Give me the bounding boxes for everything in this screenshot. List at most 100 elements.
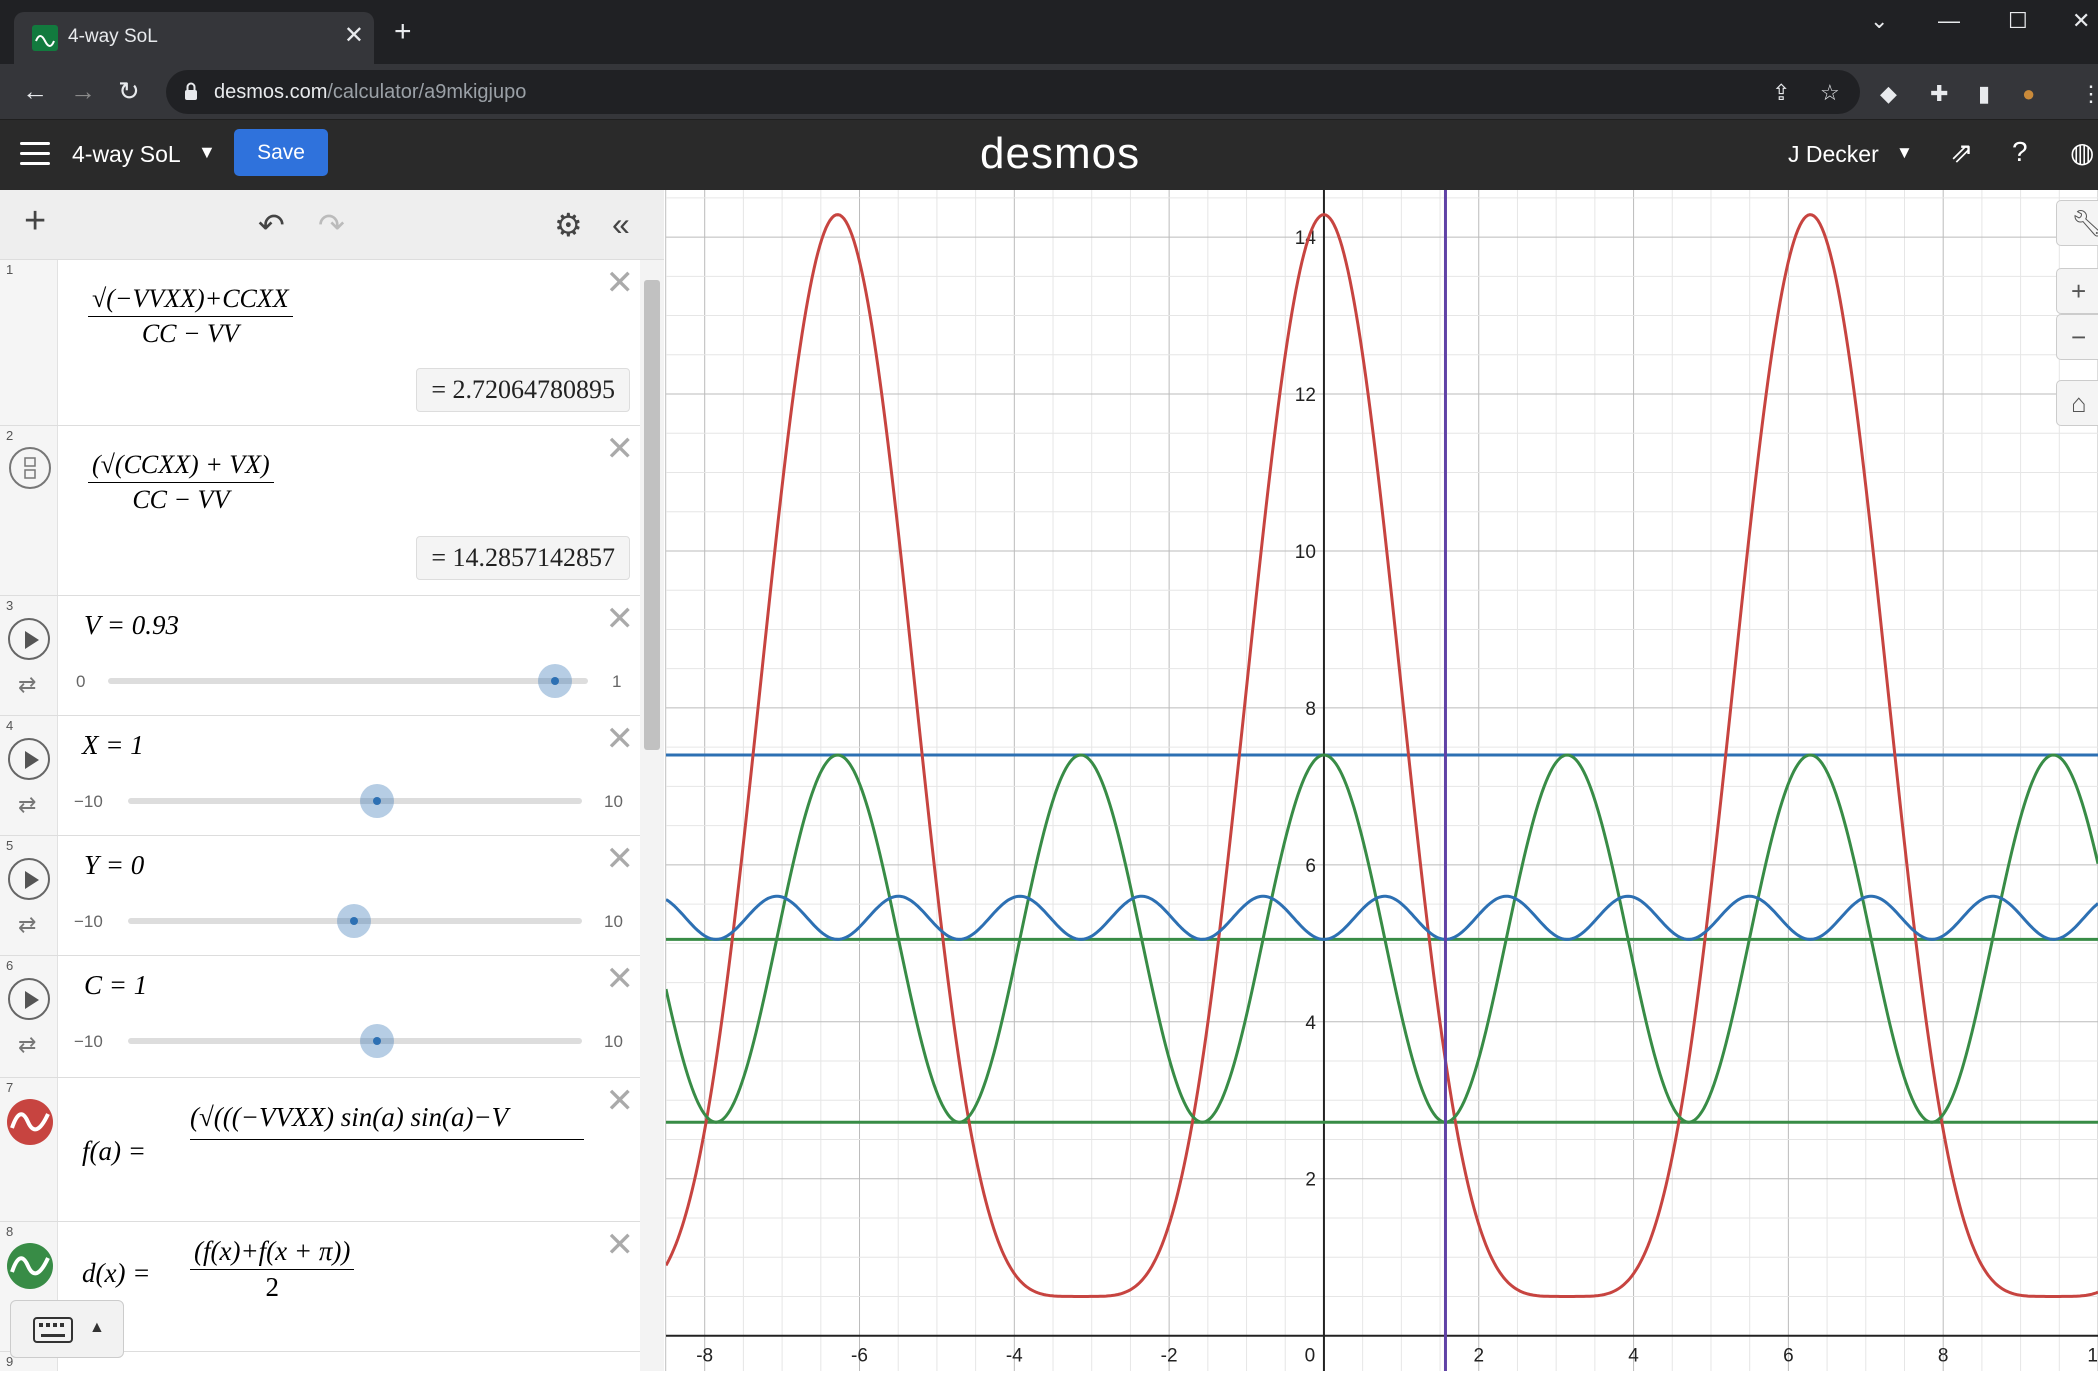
slider-max[interactable]: 10 bbox=[604, 1032, 623, 1052]
delete-expression-icon[interactable]: ✕ bbox=[606, 962, 635, 996]
slider-min[interactable]: 0 bbox=[76, 672, 85, 692]
slider-max[interactable]: 10 bbox=[604, 912, 623, 932]
delete-expression-icon[interactable]: ✕ bbox=[606, 602, 635, 636]
slider-equation[interactable]: C = 1 bbox=[84, 970, 147, 1001]
save-button[interactable]: Save bbox=[234, 129, 328, 176]
expression-math[interactable]: (√(CCXX) + VX) CC − VV bbox=[88, 450, 274, 515]
y-tick-label: 8 bbox=[1305, 699, 1316, 720]
expression-math[interactable]: (√(((−VVXX) sin(a) sin(a)−V bbox=[190, 1102, 584, 1140]
delete-expression-icon[interactable]: ✕ bbox=[606, 842, 635, 876]
play-slider-icon[interactable] bbox=[8, 858, 50, 900]
collapse-panel-icon[interactable]: « bbox=[612, 206, 630, 243]
y-tick-label: 6 bbox=[1305, 856, 1316, 877]
expression-row[interactable]: 1 √(−VVXX)+CCXX CC − VV = 2.72064780895 ✕ bbox=[0, 260, 640, 426]
slider-handle[interactable] bbox=[360, 1024, 394, 1058]
forward-icon[interactable]: → bbox=[70, 76, 96, 107]
minimize-icon[interactable]: — bbox=[1938, 8, 1960, 34]
language-globe-icon[interactable]: ◍ bbox=[2070, 136, 2094, 169]
slider-equation[interactable]: Y = 0 bbox=[84, 850, 144, 881]
expression-math[interactable]: (f(x)+f(x + π)) 2 bbox=[190, 1236, 355, 1303]
x-tick-label: -2 bbox=[1161, 1346, 1178, 1367]
play-slider-icon[interactable] bbox=[8, 978, 50, 1020]
new-tab-icon[interactable]: + bbox=[394, 17, 412, 47]
expression-index: 3 bbox=[6, 598, 14, 613]
delete-expression-icon[interactable]: ✕ bbox=[606, 266, 635, 300]
slider-min[interactable]: −10 bbox=[74, 1032, 103, 1052]
evaluation-result: = 14.2857142857 bbox=[416, 536, 630, 580]
share-icon[interactable]: ⇪ bbox=[1772, 80, 1790, 106]
slider-handle[interactable] bbox=[538, 664, 572, 698]
slider-min[interactable]: −10 bbox=[74, 792, 103, 812]
slider-handle[interactable] bbox=[360, 784, 394, 818]
scrollbar-thumb[interactable] bbox=[644, 280, 660, 750]
x-tick-label: -6 bbox=[851, 1346, 868, 1367]
address-bar[interactable]: desmos.com/calculator/a9mkigjupo ⇪ ☆ bbox=[166, 70, 1860, 114]
tab-search-icon[interactable]: ⌄ bbox=[1870, 8, 1888, 34]
title-caret-icon[interactable]: ▼ bbox=[198, 142, 216, 163]
red-curve-color-icon[interactable] bbox=[6, 1098, 54, 1146]
slider-track[interactable] bbox=[108, 678, 588, 684]
slider-max[interactable]: 1 bbox=[612, 672, 621, 692]
loop-mode-icon[interactable]: ⇄ bbox=[18, 1032, 36, 1058]
home-view-icon[interactable]: ⌂ bbox=[2056, 380, 2098, 426]
tab-close-icon[interactable]: ✕ bbox=[344, 21, 364, 50]
undo-icon[interactable]: ↶ bbox=[258, 206, 285, 244]
play-slider-icon[interactable] bbox=[8, 738, 50, 780]
zoom-in-icon[interactable]: + bbox=[2056, 268, 2098, 314]
user-menu[interactable]: J Decker bbox=[1788, 141, 1879, 168]
green-curve-color-icon[interactable] bbox=[6, 1242, 54, 1290]
zoom-out-icon[interactable]: − bbox=[2056, 314, 2098, 360]
slider-handle[interactable] bbox=[337, 904, 371, 938]
graph-paper[interactable]: -8-6-4-202468102468101214 bbox=[664, 190, 2098, 1371]
slider-row-c[interactable]: 6 ⇄ C = 1 −10 10 ✕ bbox=[0, 956, 640, 1078]
user-caret-icon[interactable]: ▼ bbox=[1896, 143, 1913, 163]
loop-mode-icon[interactable]: ⇄ bbox=[18, 672, 36, 698]
add-item-icon[interactable]: + bbox=[24, 200, 46, 243]
help-icon[interactable]: ? bbox=[2012, 136, 2028, 168]
hamburger-menu-icon[interactable] bbox=[20, 142, 50, 166]
extensions-puzzle-icon[interactable]: ✚ bbox=[1930, 81, 1948, 107]
side-panel-icon[interactable]: ▮ bbox=[1978, 81, 1990, 107]
share-graph-icon[interactable]: ⇗ bbox=[1950, 136, 1973, 169]
expression-math[interactable]: √(−VVXX)+CCXX CC − VV bbox=[88, 284, 293, 349]
graph-title[interactable]: 4-way SoL bbox=[72, 141, 181, 168]
slider-equation[interactable]: V = 0.93 bbox=[84, 610, 179, 641]
slider-row-v[interactable]: 3 ⇄ V = 0.93 0 1 ✕ bbox=[0, 596, 640, 716]
delete-expression-icon[interactable]: ✕ bbox=[606, 432, 635, 466]
expression-lhs[interactable]: f(a) = bbox=[82, 1136, 146, 1167]
close-window-icon[interactable]: ✕ bbox=[2072, 8, 2090, 34]
loop-mode-icon[interactable]: ⇄ bbox=[18, 912, 36, 938]
expression-row[interactable]: 7 f(a) = (√(((−VVXX) sin(a) sin(a)−V ✕ bbox=[0, 1078, 640, 1222]
browser-menu-icon[interactable]: ⋮ bbox=[2080, 81, 2098, 107]
extension-icon[interactable]: ◆ bbox=[1880, 81, 1897, 107]
slider-row-y[interactable]: 5 ⇄ Y = 0 −10 10 ✕ bbox=[0, 836, 640, 956]
slider-max[interactable]: 10 bbox=[604, 792, 623, 812]
play-slider-icon[interactable] bbox=[8, 618, 50, 660]
slider-equation[interactable]: X = 1 bbox=[82, 730, 144, 761]
hidden-expression-icon[interactable] bbox=[8, 446, 52, 490]
keyboard-toggle-button[interactable]: ▲ bbox=[10, 1300, 124, 1358]
slider-track[interactable] bbox=[128, 798, 582, 804]
browser-tab[interactable]: 4-way SoL ✕ bbox=[14, 12, 374, 64]
reload-icon[interactable]: ↻ bbox=[118, 76, 140, 107]
desmos-logo: desmos bbox=[980, 129, 1141, 178]
expression-lhs[interactable]: d(x) = bbox=[82, 1258, 150, 1289]
slider-row-x[interactable]: 4 ⇄ X = 1 −10 10 ✕ bbox=[0, 716, 640, 836]
redo-icon[interactable]: ↷ bbox=[318, 206, 345, 244]
graph-settings-wrench-icon[interactable]: 🔧︎ bbox=[2056, 200, 2098, 246]
slider-track[interactable] bbox=[128, 1038, 582, 1044]
delete-expression-icon[interactable]: ✕ bbox=[606, 722, 635, 756]
expression-scrollbar[interactable] bbox=[640, 260, 664, 1371]
back-icon[interactable]: ← bbox=[22, 76, 48, 107]
delete-expression-icon[interactable]: ✕ bbox=[606, 1084, 635, 1118]
delete-expression-icon[interactable]: ✕ bbox=[606, 1228, 635, 1262]
graph-canvas[interactable]: -8-6-4-202468102468101214 bbox=[664, 190, 2098, 1371]
profile-avatar-icon[interactable]: ● bbox=[2022, 81, 2035, 107]
loop-mode-icon[interactable]: ⇄ bbox=[18, 792, 36, 818]
expression-row[interactable]: 2 (√(CCXX) + VX) CC − VV = 14.2857142857 … bbox=[0, 426, 640, 596]
url-text: desmos.com/calculator/a9mkigjupo bbox=[214, 81, 527, 103]
bookmark-star-icon[interactable]: ☆ bbox=[1820, 80, 1840, 106]
maximize-icon[interactable]: ☐ bbox=[2008, 8, 2028, 34]
settings-gear-icon[interactable]: ⚙ bbox=[554, 206, 583, 244]
slider-min[interactable]: −10 bbox=[74, 912, 103, 932]
